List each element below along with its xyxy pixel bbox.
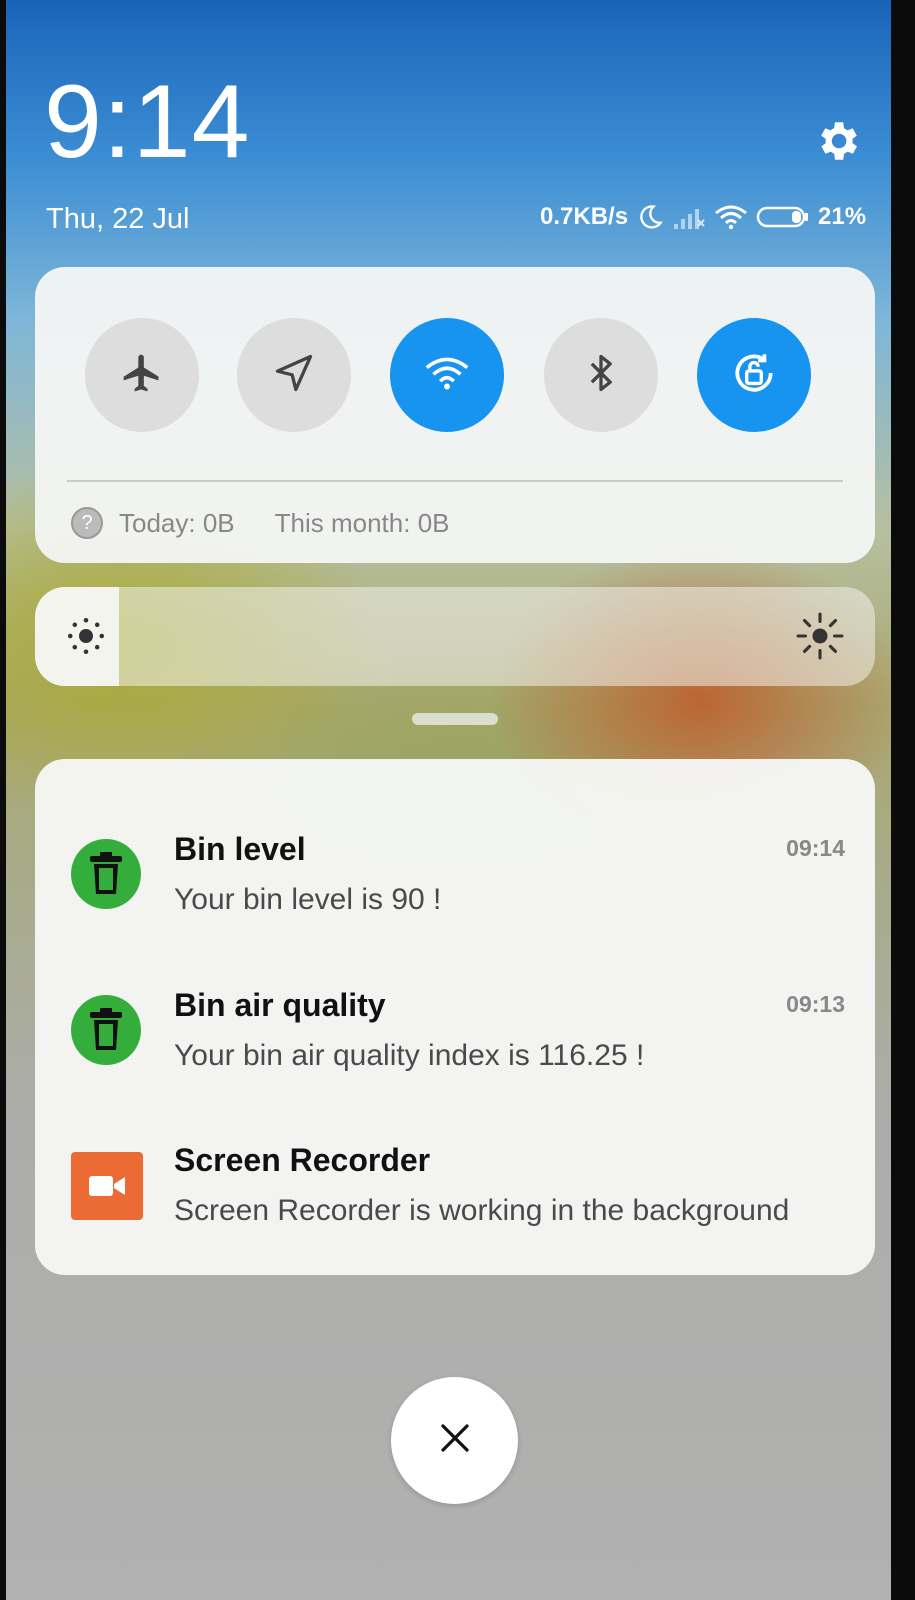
- trash-bin-icon: [71, 839, 141, 909]
- clear-notifications-button[interactable]: [391, 1377, 518, 1504]
- wifi-toggle[interactable]: [390, 318, 504, 432]
- notification-title: Screen Recorder: [174, 1142, 431, 1178]
- notification-title: Bin level: [174, 831, 306, 867]
- signal-icon: [672, 204, 706, 230]
- battery-percentage: 21%: [818, 203, 867, 230]
- drag-handle[interactable]: [412, 713, 498, 725]
- navigation-arrow-icon: [272, 351, 316, 400]
- notification-body: Your bin level is 90 !: [174, 883, 442, 916]
- trash-bin-icon: [71, 995, 141, 1065]
- data-usage[interactable]: ? Today: 0B This month: 0B: [71, 507, 450, 539]
- notification-item[interactable]: Bin air quality Your bin air quality ind…: [35, 977, 875, 1087]
- bluetooth-toggle[interactable]: [544, 318, 658, 432]
- battery-icon: [756, 204, 810, 230]
- divider: [67, 480, 843, 482]
- month-usage: This month: 0B: [274, 507, 450, 538]
- brightness-slider[interactable]: [35, 587, 875, 686]
- rotation-lock-toggle[interactable]: [697, 318, 811, 432]
- brightness-high-icon: [795, 611, 845, 666]
- date[interactable]: Thu, 22 Jul: [46, 203, 189, 236]
- clock[interactable]: 9:14: [44, 70, 250, 174]
- notifications-panel: Bin level Your bin level is 90 ! 09:14 B…: [35, 759, 875, 1275]
- notification-time: 09:13: [786, 991, 845, 1017]
- notification-item[interactable]: Screen Recorder Screen Recorder is worki…: [35, 1132, 875, 1242]
- notification-title: Bin air quality: [174, 987, 386, 1023]
- location-toggle[interactable]: [237, 318, 351, 432]
- screen-edge-right: [891, 0, 915, 1600]
- help-icon[interactable]: ?: [71, 507, 103, 539]
- notification-item[interactable]: Bin level Your bin level is 90 ! 09:14: [35, 821, 875, 931]
- wifi-status-icon: [714, 204, 748, 230]
- notification-body: Screen Recorder is working in the backgr…: [174, 1194, 790, 1227]
- rotation-lock-icon: [729, 348, 779, 403]
- gear-icon[interactable]: [812, 116, 862, 166]
- airplane-mode-toggle[interactable]: [85, 318, 199, 432]
- quick-settings-panel: ? Today: 0B This month: 0B: [35, 267, 875, 563]
- close-icon: [437, 1420, 473, 1461]
- status-bar: 0.7KB/s 21%: [540, 203, 866, 231]
- notification-body: Your bin air quality index is 116.25 !: [174, 1039, 645, 1072]
- do-not-disturb-moon-icon: [636, 203, 664, 231]
- today-usage: Today: 0B: [119, 507, 235, 538]
- airplane-icon: [120, 351, 164, 400]
- network-speed: 0.7KB/s: [540, 203, 629, 230]
- notification-time: 09:14: [786, 835, 845, 861]
- screen-edge-left: [0, 0, 6, 1600]
- wifi-icon: [424, 353, 470, 398]
- brightness-low-icon: [65, 615, 107, 662]
- bluetooth-icon: [579, 351, 623, 400]
- video-camera-icon: [71, 1152, 143, 1220]
